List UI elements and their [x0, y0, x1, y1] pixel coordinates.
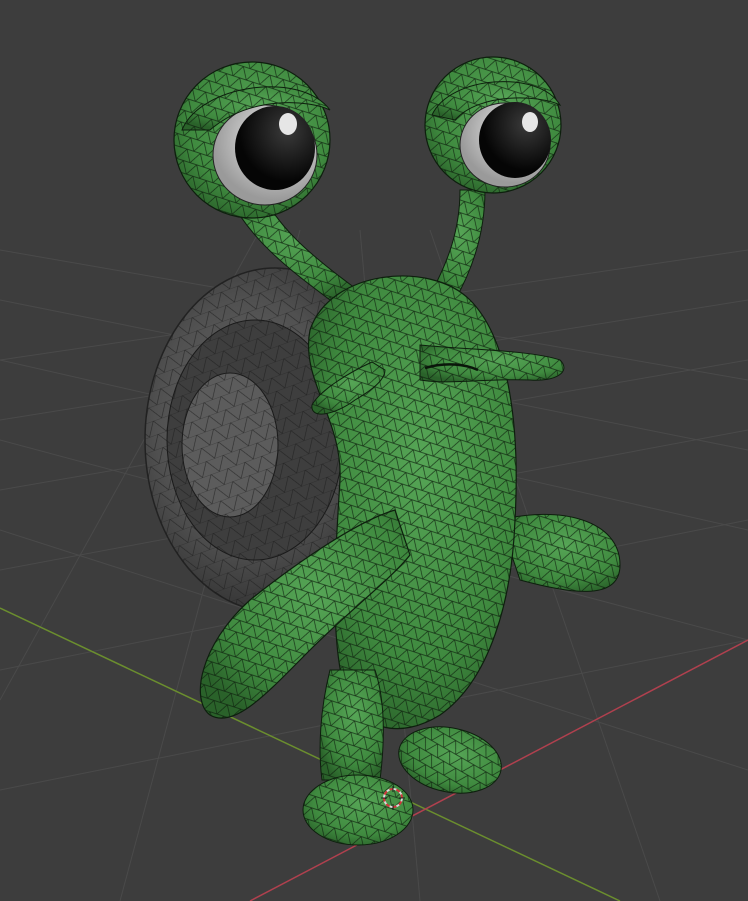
- snail-body[interactable]: [308, 275, 517, 730]
- 3d-viewport[interactable]: [0, 0, 748, 901]
- y-axis-line: [0, 607, 621, 901]
- snail-snout: [419, 344, 565, 383]
- snail-right-eye[interactable]: [424, 56, 562, 194]
- snail-right-arm[interactable]: [499, 513, 621, 592]
- snail-left-eye[interactable]: [173, 61, 331, 219]
